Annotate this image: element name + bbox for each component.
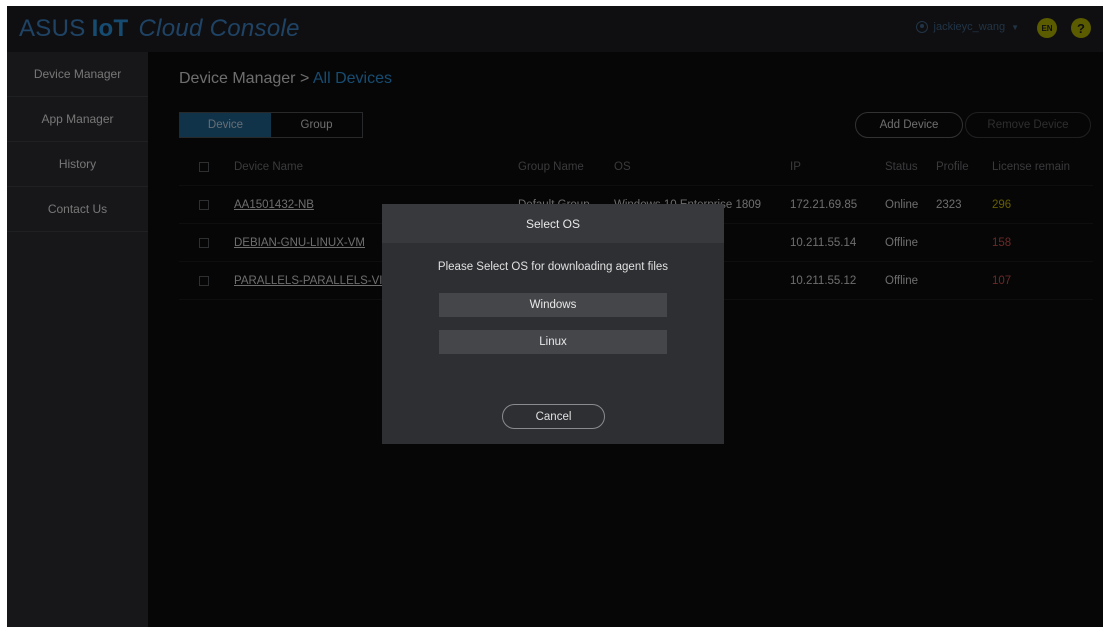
dialog-message: Please Select OS for downloading agent f… (437, 261, 669, 273)
windows-button[interactable]: Windows (439, 293, 667, 317)
linux-button[interactable]: Linux (439, 330, 667, 354)
dialog-title: Select OS (382, 204, 724, 243)
select-os-dialog: Select OS Please Select OS for downloadi… (382, 204, 724, 444)
cancel-button[interactable]: Cancel (502, 404, 605, 429)
